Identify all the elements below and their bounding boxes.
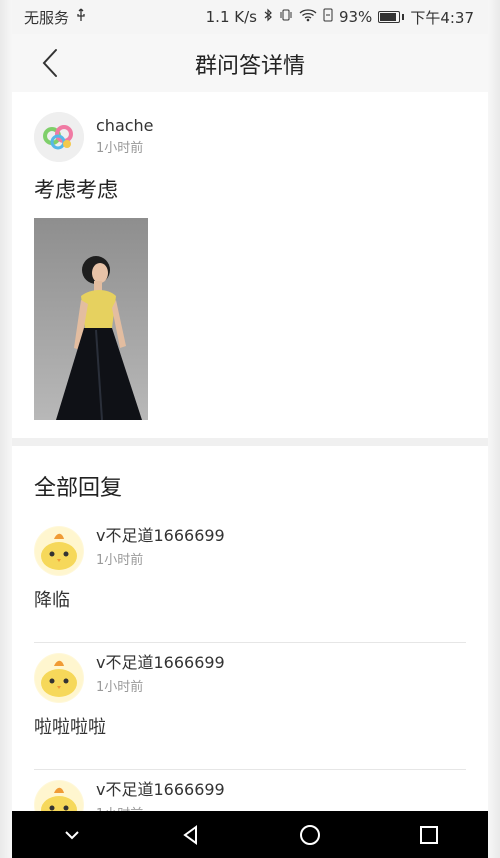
post-time: 1小时前 [96, 141, 144, 156]
section-divider [12, 438, 488, 446]
reply-content: 啦啦啦啦 [34, 717, 106, 738]
nav-recent-button[interactable] [409, 815, 449, 855]
replies-section: 全部回复 v不足道1666699 1小时前 降临 v不足道1666699 1小时… [12, 446, 488, 811]
reply-time: 1小时前 [96, 680, 144, 695]
reply-time: 1小时前 [96, 803, 143, 811]
status-right: 1.1 K/s 93% 下午4:37 [206, 7, 474, 28]
carrier-text: 无服务 [24, 8, 70, 27]
system-navigation-bar [12, 811, 488, 858]
page-title: 群问答详情 [194, 54, 305, 79]
screen-edge-right [488, 0, 500, 858]
logo-avatar-icon [34, 112, 84, 162]
header-bar: 群问答详情 [12, 34, 488, 93]
nav-home-button[interactable] [290, 815, 330, 855]
reply-username[interactable]: v不足道1666699 [96, 649, 225, 673]
poster-name[interactable]: chache [96, 116, 154, 135]
nav-back-button[interactable] [171, 815, 211, 855]
post-image[interactable] [34, 218, 148, 420]
reply-item[interactable]: v不足道1666699 1小时前 降临 [34, 516, 466, 643]
reply-item[interactable]: v不足道1666699 1小时前 啦啦啦啦 [34, 643, 466, 770]
reply-username[interactable]: v不足道1666699 [96, 522, 225, 546]
replies-title: 全部回复 [34, 476, 123, 501]
chick-avatar-icon [35, 781, 83, 811]
chevron-down-icon [64, 830, 79, 839]
circle-home-icon [299, 824, 320, 845]
woman-photo-icon [34, 218, 148, 420]
reply-time: 1小时前 [96, 553, 144, 568]
triangle-back-icon [182, 824, 197, 845]
bluetooth-icon [263, 8, 273, 26]
poster-avatar[interactable] [34, 112, 84, 162]
chick-avatar-icon [35, 527, 83, 575]
clock-time: 下午4:37 [410, 8, 474, 27]
usb-icon [75, 8, 87, 26]
post-title: 考虑考虑 [34, 178, 118, 202]
status-bar: 无服务 1.1 K/s 93% 下午4:37 [12, 0, 488, 34]
chick-avatar-icon [35, 654, 83, 702]
status-left: 无服务 [24, 7, 87, 28]
nav-collapse-button[interactable] [52, 815, 92, 855]
wifi-icon [299, 8, 317, 26]
battery-percent: 93% [338, 8, 373, 26]
reply-content: 降临 [34, 590, 70, 611]
battery-icon [378, 11, 405, 23]
reply-avatar[interactable] [34, 526, 84, 576]
square-recent-icon [419, 825, 438, 844]
reply-username[interactable]: v不足道1666699 [96, 776, 225, 800]
reply-avatar[interactable] [34, 653, 84, 703]
screen-edge-left [0, 0, 12, 858]
sim-icon [323, 8, 333, 26]
reply-item[interactable]: v不足道1666699 1小时前 [34, 770, 466, 811]
vibrate-icon [279, 8, 293, 26]
reply-avatar[interactable] [34, 780, 84, 811]
post-card: chache 1小时前 考虑考虑 [12, 92, 488, 438]
network-speed: 1.1 K/s [205, 8, 257, 26]
